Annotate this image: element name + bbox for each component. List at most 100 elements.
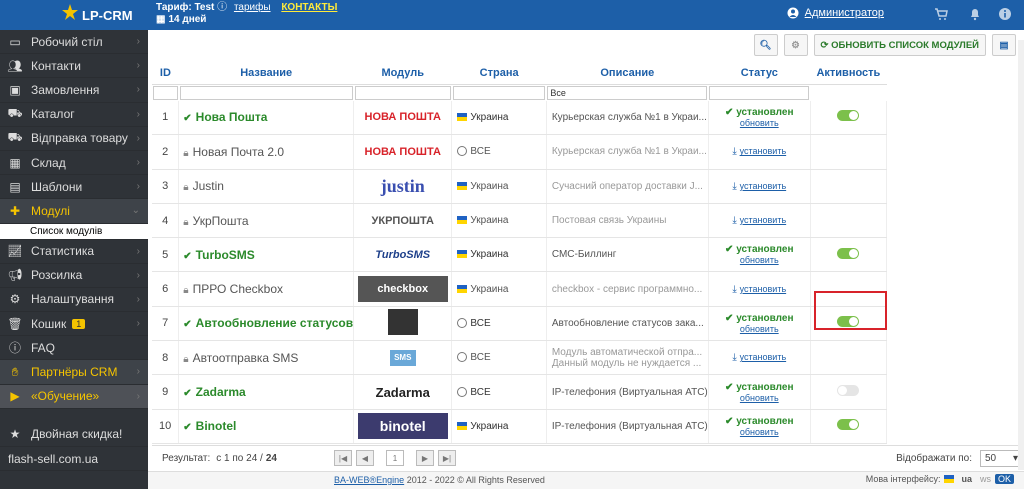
filter-status-input[interactable] xyxy=(709,85,810,100)
sidebar-item-1[interactable]: 👥︎ Контакти › xyxy=(0,54,148,79)
col-module[interactable]: Модуль xyxy=(353,62,452,85)
row-name[interactable]: ✔ Автообновление статусов xyxy=(178,306,355,342)
row-name[interactable]: ✔ Binotel xyxy=(178,409,355,444)
page-number-input[interactable]: 1 xyxy=(386,450,404,466)
col-id[interactable]: ID xyxy=(152,62,179,85)
table-row[interactable]: 1 ✔ Нова Пошта НОВА ПОШТА Украина Курьерская … xyxy=(152,100,888,136)
sidebar-item-12[interactable]: 🗑︎ Кошик 1 › xyxy=(0,312,148,337)
check-circle-icon: ✔ xyxy=(183,319,192,331)
table-row[interactable]: 4 🔒︎ УкрПошта УКРПОШТА Украина Постовая связь… xyxy=(152,203,888,239)
table-row[interactable]: 2 🔒︎ Новая Почта 2.0 НОВА ПОШТА ВСЕ Курьерска… xyxy=(152,134,888,170)
sidebar-item-5[interactable]: ▦ Склад › xyxy=(0,151,148,176)
table-row[interactable]: 10 ✔ Binotel binotel Украина IP-телефония (Ви… xyxy=(152,409,888,444)
table-row[interactable]: 3 🔒︎ Justin justin Украина Сучасний оператор … xyxy=(152,169,888,204)
sidebar-item-6[interactable]: ▤ Шаблони › xyxy=(0,175,148,200)
update-link[interactable]: обновить xyxy=(709,255,810,265)
app-logo[interactable]: LP-CRM xyxy=(0,0,148,30)
sidebar-item-7[interactable]: ✚ Модулі ⌄ xyxy=(0,199,148,224)
sidebar-item-8[interactable]: Список модулів xyxy=(0,223,148,240)
active-toggle[interactable] xyxy=(837,110,860,122)
row-name[interactable]: 🔒︎ ПРРО Checkbox xyxy=(178,271,355,307)
filter-country-input[interactable] xyxy=(452,85,546,100)
app-title: LP-CRM xyxy=(82,7,133,23)
sidebar-item-14[interactable]: ✋︎ Партнёры CRM › xyxy=(0,360,148,385)
sidebar-item-13[interactable]: ⓘ FAQ xyxy=(0,336,148,361)
col-country[interactable]: Страна xyxy=(451,62,547,85)
sidebar-item-11[interactable]: ⚙ Налаштування › xyxy=(0,288,148,313)
table-row[interactable]: 5 ✔ TurboSMS TurboSMS Украина СМС-Биллинг ✔ ус… xyxy=(152,237,888,273)
next-page-button[interactable]: ▶ xyxy=(416,450,434,466)
sidebar-item-17[interactable]: flash-sell.com.ua xyxy=(0,447,148,472)
sidebar-item-4[interactable]: ⛟ Відправка товару › xyxy=(0,127,148,151)
lang-value[interactable]: ua xyxy=(961,474,972,484)
table-row[interactable]: 8 🔒︎ Автоотправка SMS SMS ВСЕ Модуль автомати… xyxy=(152,340,888,376)
col-name[interactable]: Название xyxy=(178,62,354,85)
per-page-select[interactable]: 50 ▾ xyxy=(980,450,1022,467)
update-link[interactable]: обновить xyxy=(709,118,810,128)
module-logo: binotel xyxy=(357,413,448,440)
sidebar-item-2[interactable]: ▣ Замовлення › xyxy=(0,78,148,103)
sidebar-item-10[interactable]: 📢︎ Розсилка › xyxy=(0,264,148,288)
bell-icon[interactable] xyxy=(968,7,982,21)
update-link[interactable]: обновить xyxy=(709,393,810,403)
sidebar-item-3[interactable]: ⛟ Каталог › xyxy=(0,103,148,127)
row-name[interactable]: 🔒︎ Автоотправка SMS xyxy=(178,340,355,376)
filter-desc-select[interactable]: Все xyxy=(547,85,708,100)
scrollbar[interactable] xyxy=(1018,40,1024,470)
chevron-icon: ⌄ xyxy=(131,205,140,217)
table-row[interactable]: 6 🔒︎ ПРРО Checkbox checkbox Украина checkbox … xyxy=(152,271,888,307)
settings-button[interactable]: ⚙ xyxy=(783,34,808,56)
active-toggle[interactable] xyxy=(837,247,860,259)
sidebar-item-label: Кошик xyxy=(31,316,67,331)
sidebar-item-15[interactable]: ▶ «Обучение» › xyxy=(0,384,148,409)
row-status: ✔ установлен обновить xyxy=(708,237,811,273)
last-page-button[interactable]: ▶| xyxy=(438,450,456,466)
first-page-button[interactable]: |◀ xyxy=(334,450,352,466)
row-name[interactable]: ✔ Нова Пошта xyxy=(178,100,355,136)
module-logo: УКРПОШТА xyxy=(371,214,434,227)
col-desc[interactable]: Описание xyxy=(546,62,709,85)
prev-page-button[interactable]: ◀ xyxy=(356,450,374,466)
sidebar-item-16[interactable]: ★ Двойная скидка! xyxy=(0,423,148,447)
active-toggle[interactable] xyxy=(837,385,860,397)
row-name[interactable]: ✔ Zadarma xyxy=(178,374,355,410)
cart-icon[interactable] xyxy=(934,7,948,21)
user-menu[interactable]: Администратор xyxy=(787,7,884,19)
info-icon[interactable]: ⓘ xyxy=(217,2,227,13)
filter-name-input[interactable] xyxy=(179,85,353,100)
info-circle-icon[interactable] xyxy=(998,7,1012,21)
row-name[interactable]: 🔒︎ УкрПошта xyxy=(178,203,355,239)
update-link[interactable]: обновить xyxy=(709,324,810,334)
search-button[interactable]: 🔍︎ xyxy=(753,34,778,56)
ok-button[interactable]: OK xyxy=(994,474,1014,484)
col-active[interactable]: Активность xyxy=(810,62,887,85)
filter-id-input[interactable] xyxy=(153,85,178,100)
active-toggle[interactable] xyxy=(837,419,860,431)
ua-flag-icon xyxy=(457,112,468,121)
brand-link[interactable]: BA-WEB®Engine xyxy=(334,475,404,485)
document-button[interactable]: ▤ xyxy=(992,34,1016,56)
tariffs-link[interactable]: тарифы xyxy=(234,2,271,13)
row-module: justin xyxy=(353,169,453,204)
install-link[interactable]: установить xyxy=(740,352,787,362)
row-status: ✔ установлен обновить xyxy=(708,409,811,444)
per-page-label: Відображати по: xyxy=(896,453,972,464)
update-modules-button[interactable]: ⟳ ОБНОВИТЬ СПИСОК МОДУЛЕЙ xyxy=(813,34,986,56)
update-link[interactable]: обновить xyxy=(709,427,810,437)
install-link[interactable]: установить xyxy=(740,146,787,156)
contacts-link[interactable]: КОНТАКТЫ xyxy=(281,2,337,13)
table-row[interactable]: 7 ✔ Автообновление статусов ВСЕ Автообновлен… xyxy=(152,306,888,342)
table-row[interactable]: 9 ✔ Zadarma Zadarma ВСЕ IP-телефония (Виртуал… xyxy=(152,374,888,410)
row-name[interactable]: 🔒︎ Новая Почта 2.0 xyxy=(178,134,355,170)
install-link[interactable]: установить xyxy=(740,215,787,225)
filter-module-input[interactable] xyxy=(354,85,451,100)
row-desc: Автообновление статусов зака... xyxy=(546,306,709,342)
row-country: ВСЕ xyxy=(451,306,547,342)
row-name[interactable]: ✔ TurboSMS xyxy=(178,237,355,273)
sidebar-item-0[interactable]: ▭ Робочий стіл › xyxy=(0,30,148,55)
row-name[interactable]: 🔒︎ Justin xyxy=(178,169,355,204)
install-link[interactable]: установить xyxy=(740,181,787,191)
sidebar-item-9[interactable]: 📈︎ Статистика › xyxy=(0,240,148,264)
install-link[interactable]: установить xyxy=(740,284,787,294)
col-status[interactable]: Статус xyxy=(708,62,811,85)
